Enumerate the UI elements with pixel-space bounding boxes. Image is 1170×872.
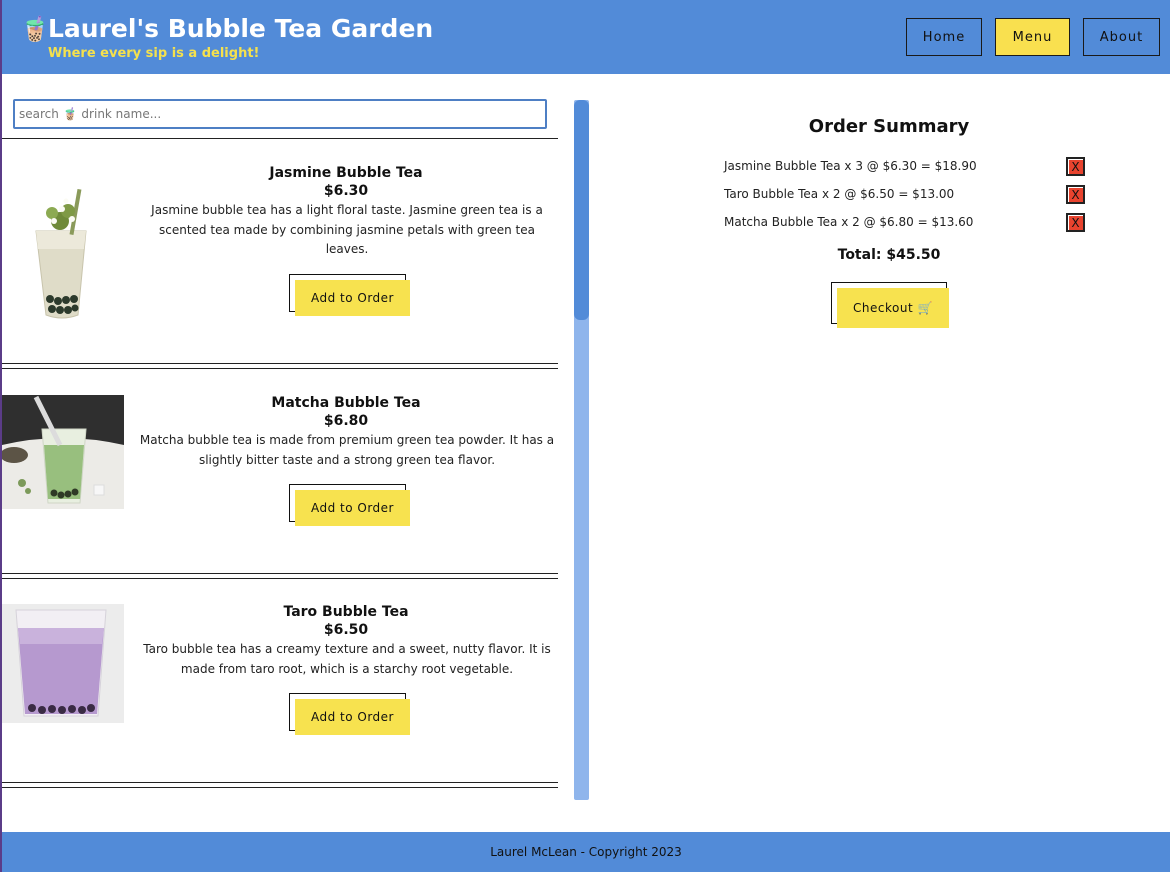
order-line: Taro Bubble Tea x 2 @ $6.50 = $13.00 X bbox=[724, 185, 1094, 205]
menu-scrollbar[interactable] bbox=[574, 100, 589, 800]
item-description: Jasmine bubble tea has a light floral ta… bbox=[151, 203, 543, 256]
remove-item-button[interactable]: X bbox=[1066, 213, 1085, 232]
site-title: Laurel's Bubble Tea Garden bbox=[48, 14, 434, 43]
menu-item-matcha: Matcha Bubble Tea $6.80 Matcha bubble te… bbox=[2, 369, 558, 579]
site-header: 🧋 Laurel's Bubble Tea Garden Where every… bbox=[2, 0, 1170, 74]
matcha-tea-image bbox=[2, 395, 124, 509]
add-to-order-button[interactable]: Add to Order bbox=[289, 274, 410, 316]
bubble-tea-icon: 🧋 bbox=[20, 15, 50, 43]
order-line-text: Jasmine Bubble Tea x 3 @ $6.30 = $18.90 bbox=[724, 159, 977, 173]
nav-home-button[interactable]: Home bbox=[906, 18, 982, 56]
item-price: $6.30 bbox=[323, 183, 369, 199]
item-divider bbox=[2, 782, 558, 788]
checkout-label: Checkout 🛒 bbox=[837, 288, 949, 328]
item-description: Matcha bubble tea is made from premium g… bbox=[139, 433, 555, 467]
add-to-order-label: Add to Order bbox=[295, 490, 410, 526]
checkout-button[interactable]: Checkout 🛒 bbox=[831, 282, 949, 328]
jasmine-tea-image bbox=[2, 179, 124, 329]
nav-about-button[interactable]: About bbox=[1083, 18, 1160, 56]
item-name: Taro Bubble Tea bbox=[283, 604, 409, 620]
menu-item-taro: Taro Bubble Tea $6.50 Taro bubble tea ha… bbox=[2, 578, 558, 788]
copyright-text: Laurel McLean - Copyright 2023 bbox=[490, 845, 682, 859]
add-to-order-label: Add to Order bbox=[295, 280, 410, 316]
item-name: Matcha Bubble Tea bbox=[271, 395, 421, 411]
add-to-order-label: Add to Order bbox=[295, 699, 410, 735]
menu-list: Jasmine Bubble Tea $6.30 Jasmine bubble … bbox=[2, 138, 558, 801]
taro-tea-image bbox=[2, 604, 124, 723]
site-footer: Laurel McLean - Copyright 2023 bbox=[2, 832, 1170, 872]
remove-item-button[interactable]: X bbox=[1066, 157, 1085, 176]
add-to-order-button[interactable]: Add to Order bbox=[289, 484, 410, 526]
order-line: Jasmine Bubble Tea x 3 @ $6.30 = $18.90 … bbox=[724, 157, 1094, 177]
item-price: $6.50 bbox=[323, 622, 369, 638]
item-description: Taro bubble tea has a creamy texture and… bbox=[143, 642, 551, 676]
site-tagline: Where every sip is a delight! bbox=[48, 46, 260, 61]
nav-menu-button[interactable]: Menu bbox=[995, 18, 1070, 56]
order-line-text: Matcha Bubble Tea x 2 @ $6.80 = $13.60 bbox=[724, 215, 974, 229]
scrollbar-thumb[interactable] bbox=[574, 100, 589, 320]
order-summary-title: Order Summary bbox=[808, 116, 970, 137]
add-to-order-button[interactable]: Add to Order bbox=[289, 693, 410, 735]
search-input[interactable] bbox=[13, 99, 547, 129]
remove-item-button[interactable]: X bbox=[1066, 185, 1085, 204]
menu-item-jasmine: Jasmine Bubble Tea $6.30 Jasmine bubble … bbox=[2, 139, 558, 369]
item-price: $6.80 bbox=[323, 413, 369, 429]
order-line-text: Taro Bubble Tea x 2 @ $6.50 = $13.00 bbox=[724, 187, 955, 201]
order-total: Total: $45.50 bbox=[837, 247, 941, 263]
item-name: Jasmine Bubble Tea bbox=[269, 165, 423, 181]
order-line: Matcha Bubble Tea x 2 @ $6.80 = $13.60 X bbox=[724, 213, 1094, 233]
